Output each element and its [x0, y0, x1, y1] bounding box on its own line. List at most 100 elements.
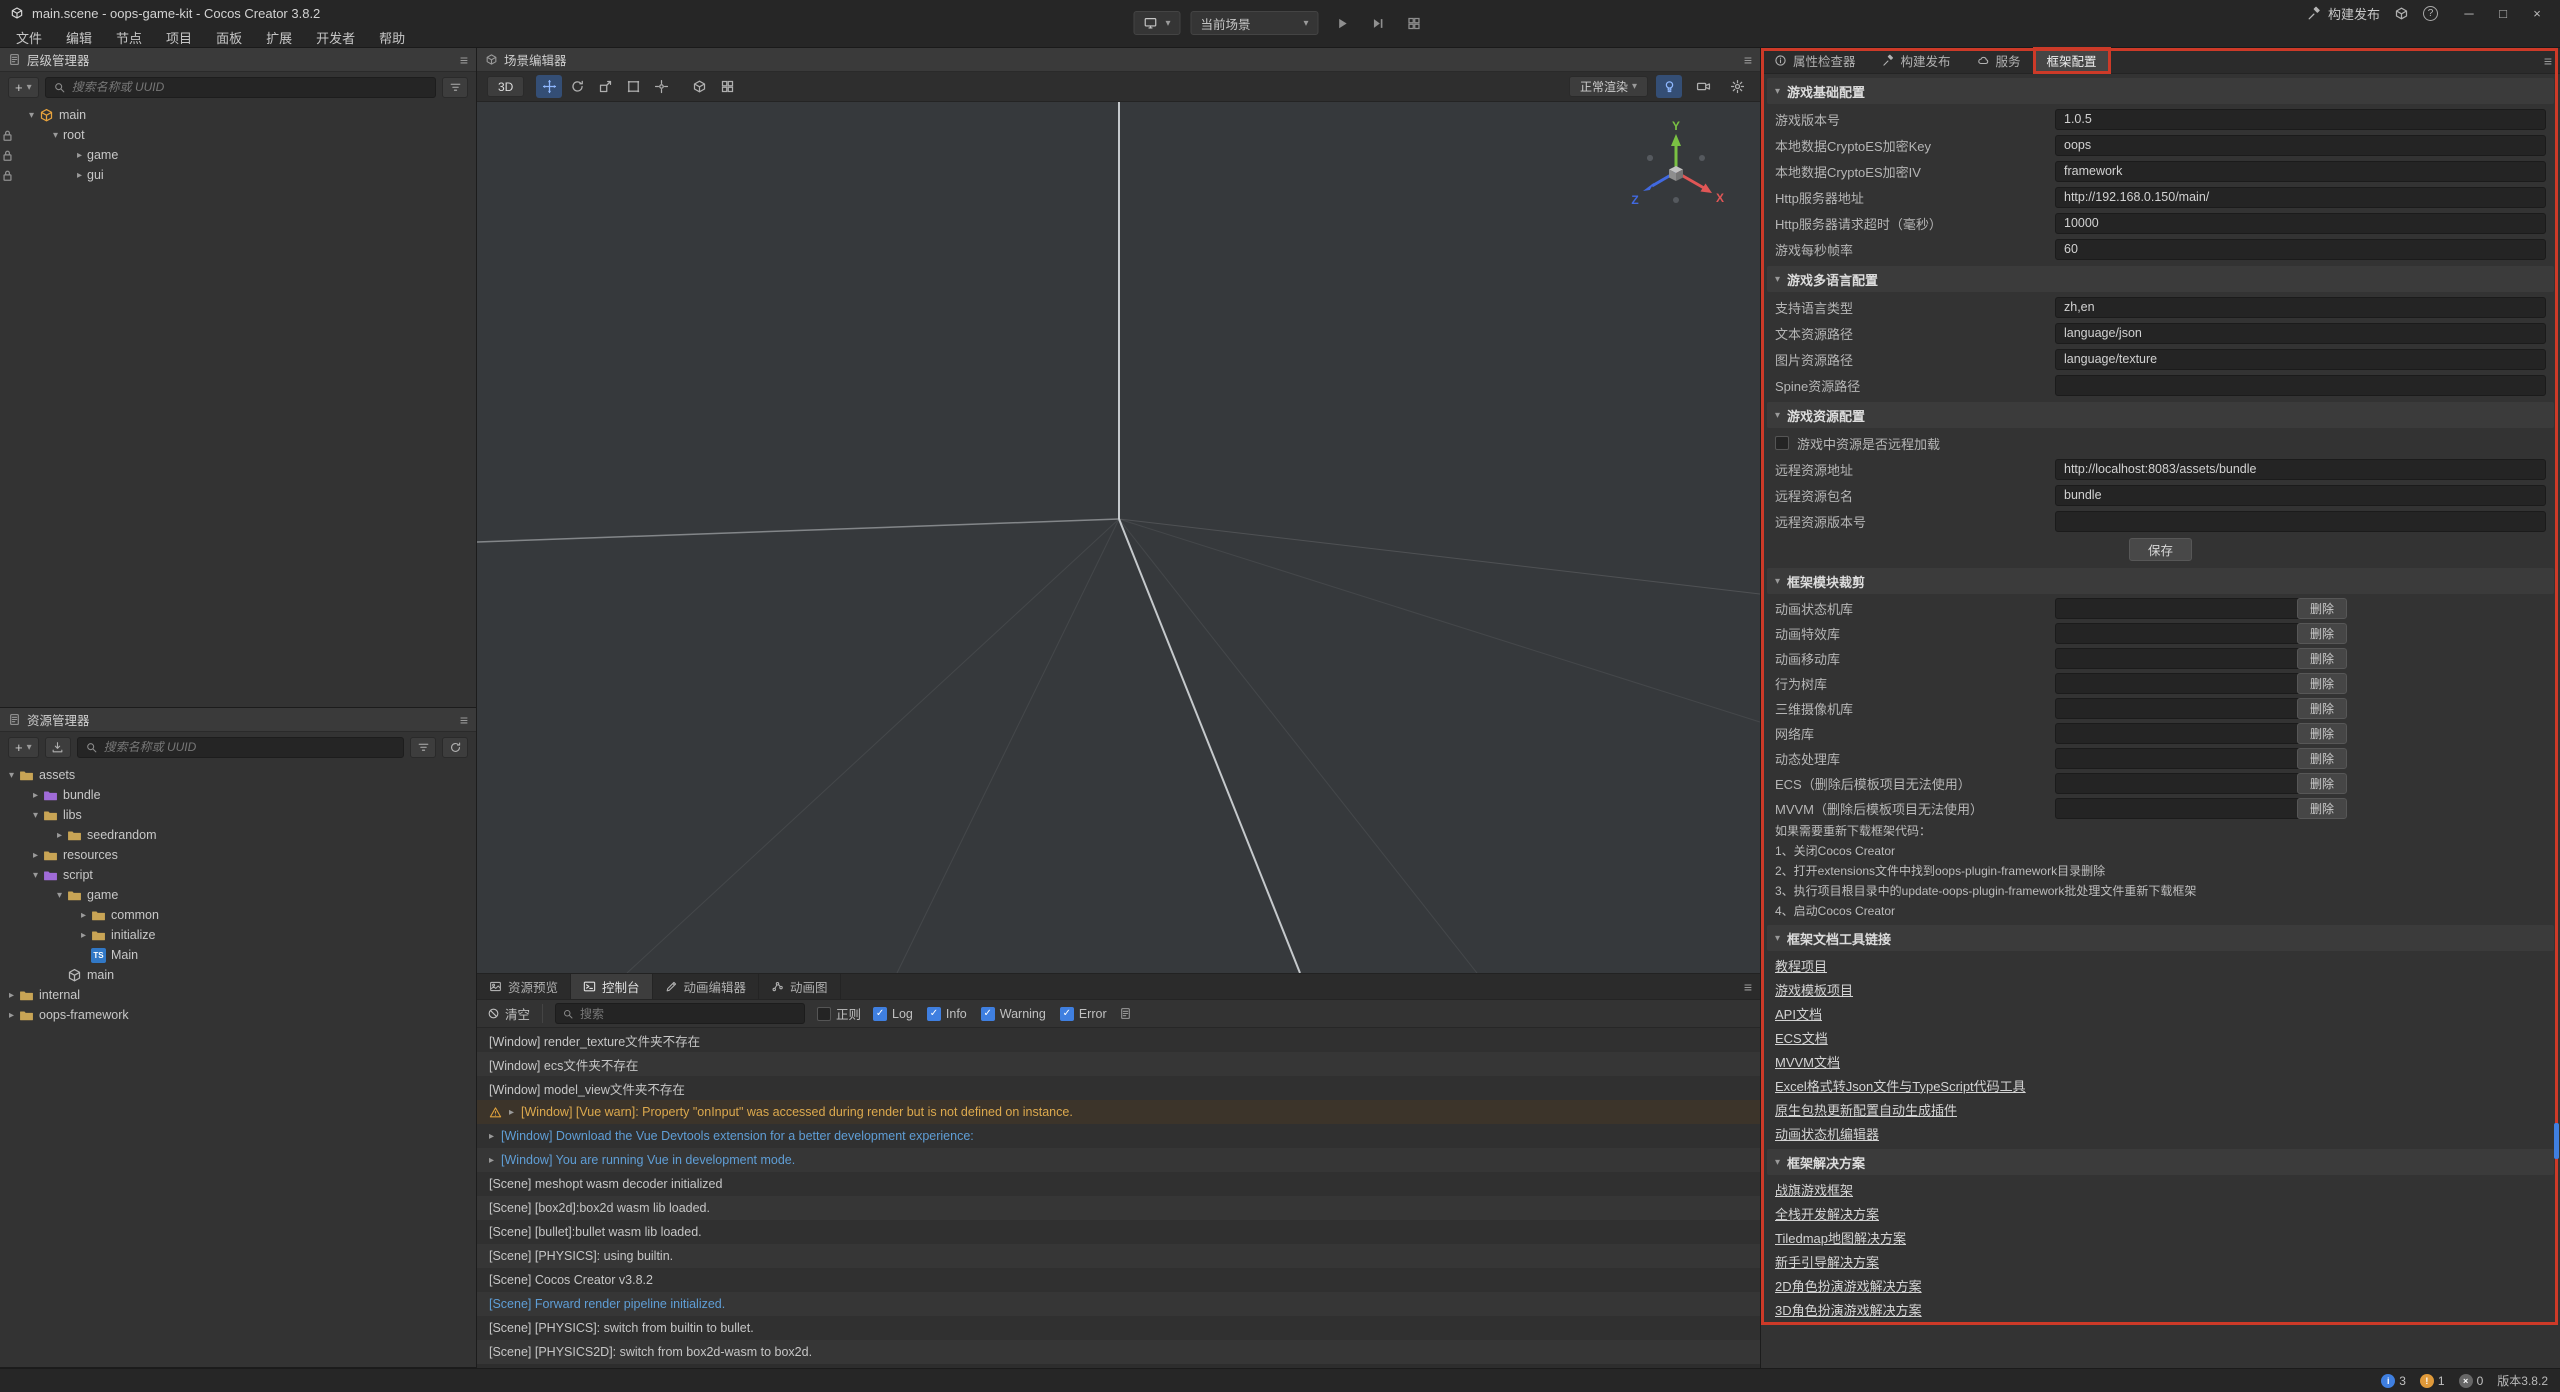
hierarchy-search[interactable] [45, 77, 436, 98]
tree-expand-arrow-icon[interactable]: ▸ [72, 150, 87, 161]
doc-link[interactable]: 战旗游戏框架 [1775, 1180, 1853, 1199]
property-input[interactable] [2055, 459, 2546, 480]
doc-link[interactable]: 游戏模板项目 [1775, 980, 1853, 999]
log-row[interactable]: [Scene] meshopt wasm decoder initialized [477, 1172, 1760, 1196]
property-input[interactable] [2055, 213, 2546, 234]
tree-expand-arrow-icon[interactable]: ▾ [4, 770, 19, 781]
inspector-tab[interactable]: 服务 [1964, 48, 2034, 73]
asset-node[interactable]: ▾game [0, 885, 476, 905]
log-filter-info[interactable]: ✓Info [927, 1007, 967, 1021]
scene-select[interactable]: 当前场景 ▾ [1191, 11, 1319, 35]
console-tab[interactable]: 控制台 [571, 974, 653, 999]
assets-filter-button[interactable] [410, 737, 436, 758]
log-row[interactable]: [Scene] [PHYSICS]: using builtin. [477, 1244, 1760, 1268]
message-counter[interactable]: i3 [2381, 1374, 2406, 1388]
checkbox[interactable]: ✓ [981, 1007, 995, 1021]
doc-link[interactable]: MVVM文档 [1775, 1052, 1840, 1071]
log-filter-warning[interactable]: ✓Warning [981, 1007, 1046, 1021]
checkbox[interactable]: ✓ [873, 1007, 887, 1021]
tree-expand-arrow-icon[interactable]: ▸ [76, 930, 91, 941]
inspector-tab[interactable]: 属性检查器 [1761, 48, 1869, 73]
section-header[interactable]: ▾游戏资源配置 [1767, 402, 2554, 428]
log-filter-error[interactable]: ✓Error [1060, 1007, 1107, 1021]
delete-button[interactable]: 删除 [2297, 698, 2347, 719]
tree-expand-arrow-icon[interactable]: ▾ [48, 130, 63, 141]
pivot-toggle[interactable] [686, 75, 712, 98]
axis-gizmo[interactable]: Y X Z [1624, 116, 1734, 212]
property-input[interactable] [2055, 349, 2546, 370]
hierarchy-filter-button[interactable] [442, 77, 468, 98]
assets-search[interactable] [77, 737, 404, 758]
log-filter-log[interactable]: ✓Log [873, 1007, 913, 1021]
preview-platform-select[interactable]: ▾ [1133, 11, 1180, 35]
checkbox[interactable] [817, 1007, 831, 1021]
property-input[interactable] [2055, 297, 2546, 318]
expand-arrow-icon[interactable]: ▸ [489, 1131, 494, 1142]
log-row[interactable]: [Window] ecs文件夹不存在 [477, 1052, 1760, 1076]
help-button[interactable]: ? [2423, 6, 2438, 21]
delete-button[interactable]: 删除 [2297, 798, 2347, 819]
log-row[interactable]: [Scene] [PHYSICS2D]: switch from box2d-w… [477, 1340, 1760, 1364]
hierarchy-node[interactable]: ▾main [0, 105, 476, 125]
tree-expand-arrow-icon[interactable]: ▸ [28, 850, 43, 861]
doc-link[interactable]: ECS文档 [1775, 1028, 1828, 1047]
doc-link[interactable]: Excel格式转Json文件与TypeScript代码工具 [1775, 1076, 2026, 1095]
coordinate-toggle[interactable] [714, 75, 740, 98]
menu-item[interactable]: 帮助 [367, 26, 417, 48]
section-header[interactable]: ▾游戏基础配置 [1767, 78, 2554, 104]
clear-console-button[interactable]: 清空 [487, 1004, 543, 1023]
hierarchy-node[interactable]: ▸game [0, 145, 476, 165]
log-row[interactable]: ▸[Window] Download the Vue Devtools exte… [477, 1124, 1760, 1148]
warning-counter[interactable]: !1 [2420, 1374, 2445, 1388]
asset-node[interactable]: TSMain [0, 945, 476, 965]
asset-node[interactable]: ▾assets [0, 765, 476, 785]
build-publish-button[interactable]: 构建发布 [2307, 4, 2380, 23]
move-tool[interactable] [536, 75, 562, 98]
log-row[interactable]: ▸[Window] [Vue warn]: Property "onInput"… [477, 1100, 1760, 1124]
log-row[interactable]: [Scene] [bullet]:bullet wasm lib loaded. [477, 1220, 1760, 1244]
property-input[interactable] [2055, 511, 2546, 532]
checkbox[interactable]: ✓ [1060, 1007, 1074, 1021]
doc-link[interactable]: 新手引导解决方案 [1775, 1252, 1879, 1271]
expand-arrow-icon[interactable]: ▸ [489, 1155, 494, 1166]
delete-button[interactable]: 删除 [2297, 673, 2347, 694]
expand-arrow-icon[interactable]: ▸ [509, 1107, 514, 1118]
delete-button[interactable]: 删除 [2297, 648, 2347, 669]
tree-expand-arrow-icon[interactable]: ▸ [72, 170, 87, 181]
create-asset-button[interactable]: +▾ [8, 737, 39, 758]
step-button[interactable] [1365, 11, 1391, 35]
tree-expand-arrow-icon[interactable]: ▾ [24, 110, 39, 121]
render-mode-select[interactable]: 正常渲染 ▾ [1569, 76, 1648, 97]
console-tab[interactable]: 动画图 [759, 974, 841, 999]
regex-toggle[interactable]: 正则 [817, 1004, 861, 1023]
import-asset-button[interactable] [45, 737, 71, 758]
close-button[interactable]: × [2520, 6, 2554, 21]
tree-expand-arrow-icon[interactable]: ▾ [28, 810, 43, 821]
asset-node[interactable]: ▸common [0, 905, 476, 925]
save-button[interactable]: 保存 [2129, 538, 2192, 561]
property-input[interactable] [2055, 375, 2546, 396]
scrollbar-thumb[interactable] [2554, 1123, 2559, 1159]
scene-settings-button[interactable] [1724, 75, 1750, 98]
property-input[interactable] [2055, 323, 2546, 344]
scale-tool[interactable] [592, 75, 618, 98]
scene-viewport[interactable]: Y X Z [477, 102, 1760, 973]
asset-node[interactable]: ▾libs [0, 805, 476, 825]
asset-node[interactable]: ▾script [0, 865, 476, 885]
tree-expand-arrow-icon[interactable]: ▸ [76, 910, 91, 921]
section-header[interactable]: ▾游戏多语言配置 [1767, 266, 2554, 292]
hierarchy-node[interactable]: ▾root [0, 125, 476, 145]
layout-button[interactable] [1401, 11, 1427, 35]
play-button[interactable] [1329, 11, 1355, 35]
log-row[interactable]: [Scene] [box2d]:box2d wasm lib loaded. [477, 1196, 1760, 1220]
doc-link[interactable]: 全栈开发解决方案 [1775, 1204, 1879, 1223]
rect-tool[interactable] [620, 75, 646, 98]
doc-link[interactable]: 3D角色扮演游戏解决方案 [1775, 1300, 1922, 1319]
menu-item[interactable]: 面板 [204, 26, 254, 48]
delete-button[interactable]: 删除 [2297, 773, 2347, 794]
rotate-tool[interactable] [564, 75, 590, 98]
export-log-button[interactable] [1119, 1007, 1132, 1020]
console-search[interactable] [555, 1003, 805, 1024]
log-row[interactable]: [Scene] Forward render pipeline initiali… [477, 1292, 1760, 1316]
panel-menu-icon[interactable]: ≡ [2544, 53, 2552, 69]
